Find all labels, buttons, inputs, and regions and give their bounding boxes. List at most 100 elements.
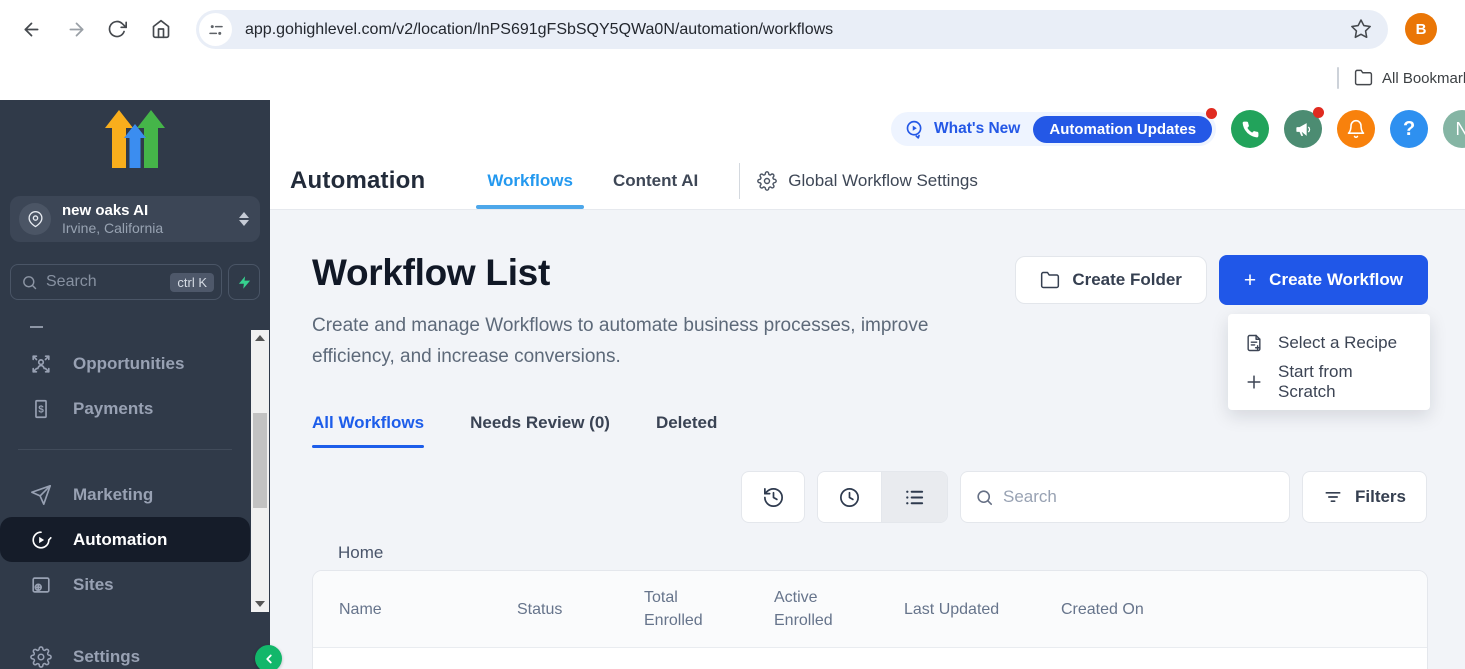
scrollbar-thumb[interactable]	[253, 413, 267, 508]
create-folder-label: Create Folder	[1072, 270, 1182, 290]
sidebar-item-opportunities[interactable]: Opportunities	[0, 341, 270, 386]
sidebar-item-label: Payments	[73, 399, 153, 419]
main-area: What's New Automation Updates	[270, 100, 1465, 669]
create-workflow-button[interactable]: + Create Workflow	[1219, 255, 1428, 305]
workflow-search-input[interactable]	[1003, 487, 1275, 507]
location-pin-icon	[19, 203, 51, 235]
filters-button[interactable]: Filters	[1302, 471, 1427, 523]
sidebar-search[interactable]: ctrl K	[10, 264, 222, 300]
browser-menu-icon[interactable]: ⋮	[1459, 18, 1465, 39]
sidebar-scrollbar[interactable]	[251, 330, 269, 612]
create-workflow-dropdown: Select a Recipe Start from Scratch	[1228, 314, 1430, 410]
whats-new-pill[interactable]: What's New Automation Updates	[891, 112, 1216, 146]
tab-all-workflows[interactable]: All Workflows	[312, 413, 424, 448]
sidebar-collapse-button[interactable]	[255, 645, 282, 669]
sidebar-partial-item	[30, 326, 43, 328]
sidebar-item-label: Automation	[73, 530, 167, 550]
whats-new-icon	[904, 119, 925, 140]
menu-item-start-from-scratch[interactable]: Start from Scratch	[1228, 362, 1430, 401]
chevron-left-icon	[262, 652, 276, 666]
help-button[interactable]: ?	[1390, 110, 1428, 148]
megaphone-icon	[1294, 120, 1313, 139]
sidebar-item-settings[interactable]: Settings	[0, 634, 270, 669]
notifications-button[interactable]	[1337, 110, 1375, 148]
browser-profile-avatar[interactable]: B	[1405, 13, 1437, 45]
workflow-filter-tabs: All Workflows Needs Review (0) Deleted	[312, 413, 717, 448]
quick-actions-button[interactable]	[228, 264, 260, 300]
workflow-search[interactable]	[960, 471, 1290, 523]
automation-icon	[30, 529, 52, 551]
chevron-updown-icon[interactable]	[239, 212, 249, 226]
column-header-name[interactable]: Name	[339, 598, 517, 621]
payments-icon: $	[30, 398, 52, 420]
column-header-active-enrolled[interactable]: Active Enrolled	[774, 586, 904, 632]
list-icon	[903, 486, 926, 509]
app-screen: app.gohighlevel.com/v2/location/lnPS691g…	[0, 0, 1465, 669]
all-bookmarks-label[interactable]: All Bookmarks	[1382, 70, 1465, 87]
sites-icon	[30, 574, 52, 596]
breadcrumb[interactable]: Home	[338, 543, 383, 563]
sidebar: new oaks AI Irvine, California ctrl K Op…	[0, 100, 270, 669]
list-view-toggle[interactable]	[882, 472, 947, 522]
menu-item-select-recipe[interactable]: Select a Recipe	[1228, 323, 1430, 362]
filters-label: Filters	[1355, 487, 1406, 507]
global-workflow-settings-link[interactable]: Global Workflow Settings	[757, 171, 978, 191]
site-settings-icon[interactable]	[199, 13, 232, 46]
bookmarks-folder-icon[interactable]	[1354, 68, 1373, 87]
header-actions: What's New Automation Updates	[891, 110, 1465, 148]
browser-chrome: app.gohighlevel.com/v2/location/lnPS691g…	[0, 0, 1465, 58]
sidebar-item-payments[interactable]: $ Payments	[0, 386, 270, 431]
table-header-row: Name Status Total Enrolled Active Enroll…	[313, 571, 1427, 648]
gohighlevel-logo[interactable]	[0, 110, 270, 168]
workflow-list-description: Create and manage Workflows to automate …	[312, 310, 972, 372]
scrollbar-down-arrow[interactable]	[251, 596, 269, 612]
column-header-last-updated[interactable]: Last Updated	[904, 598, 1061, 621]
user-avatar[interactable]: N	[1443, 110, 1465, 148]
sidebar-item-automation[interactable]: Automation	[0, 517, 250, 562]
recipe-document-icon	[1244, 333, 1264, 353]
browser-back-icon[interactable]	[21, 19, 42, 40]
announcements-button[interactable]	[1284, 110, 1322, 148]
tab-content-ai[interactable]: Content AI	[602, 153, 709, 209]
history-button[interactable]	[741, 471, 805, 523]
location-switcher[interactable]: new oaks AI Irvine, California	[10, 196, 260, 242]
scrollbar-up-arrow[interactable]	[251, 330, 269, 346]
sidebar-item-label: Settings	[73, 647, 140, 667]
browser-home-icon[interactable]	[151, 19, 171, 39]
menu-item-label: Start from Scratch	[1278, 362, 1414, 402]
location-texts: new oaks AI Irvine, California	[62, 202, 163, 237]
sidebar-search-input[interactable]	[46, 273, 170, 291]
whats-new-label[interactable]: What's New	[934, 120, 1020, 138]
account-name: new oaks AI	[62, 202, 163, 220]
tab-workflows[interactable]: Workflows	[476, 153, 584, 209]
column-header-label: Total Enrolled	[644, 586, 714, 632]
phone-button[interactable]	[1231, 110, 1269, 148]
workflow-list-content: Workflow List Create and manage Workflow…	[270, 210, 1465, 669]
column-header-total-enrolled[interactable]: Total Enrolled	[644, 586, 774, 632]
recent-view-toggle[interactable]	[818, 472, 882, 522]
clock-icon	[838, 486, 861, 509]
sidebar-item-marketing[interactable]: Marketing	[0, 472, 270, 517]
nav-divider	[739, 163, 740, 199]
column-header-created-on[interactable]: Created On	[1061, 598, 1261, 621]
search-icon	[21, 274, 38, 291]
sidebar-item-sites[interactable]: Sites	[0, 562, 270, 607]
sidebar-item-label: Opportunities	[73, 354, 184, 374]
bookmark-star-icon[interactable]	[1350, 18, 1372, 40]
svg-text:$: $	[38, 404, 44, 415]
tab-needs-review[interactable]: Needs Review (0)	[470, 413, 610, 448]
automation-updates-badge[interactable]: Automation Updates	[1033, 116, 1212, 143]
bookmarks-divider	[1337, 67, 1339, 89]
keyboard-shortcut-badge: ctrl K	[170, 273, 214, 292]
browser-forward-icon[interactable]	[66, 19, 87, 40]
address-bar[interactable]: app.gohighlevel.com/v2/location/lnPS691g…	[196, 10, 1388, 49]
create-folder-button[interactable]: Create Folder	[1015, 256, 1207, 304]
tab-deleted[interactable]: Deleted	[656, 413, 717, 448]
bell-icon	[1346, 119, 1366, 139]
phone-icon	[1241, 120, 1260, 139]
url-text[interactable]: app.gohighlevel.com/v2/location/lnPS691g…	[245, 21, 833, 39]
plus-icon	[1244, 372, 1264, 392]
column-header-status[interactable]: Status	[517, 598, 644, 621]
plus-icon: +	[1244, 270, 1256, 291]
browser-reload-icon[interactable]	[107, 19, 127, 39]
